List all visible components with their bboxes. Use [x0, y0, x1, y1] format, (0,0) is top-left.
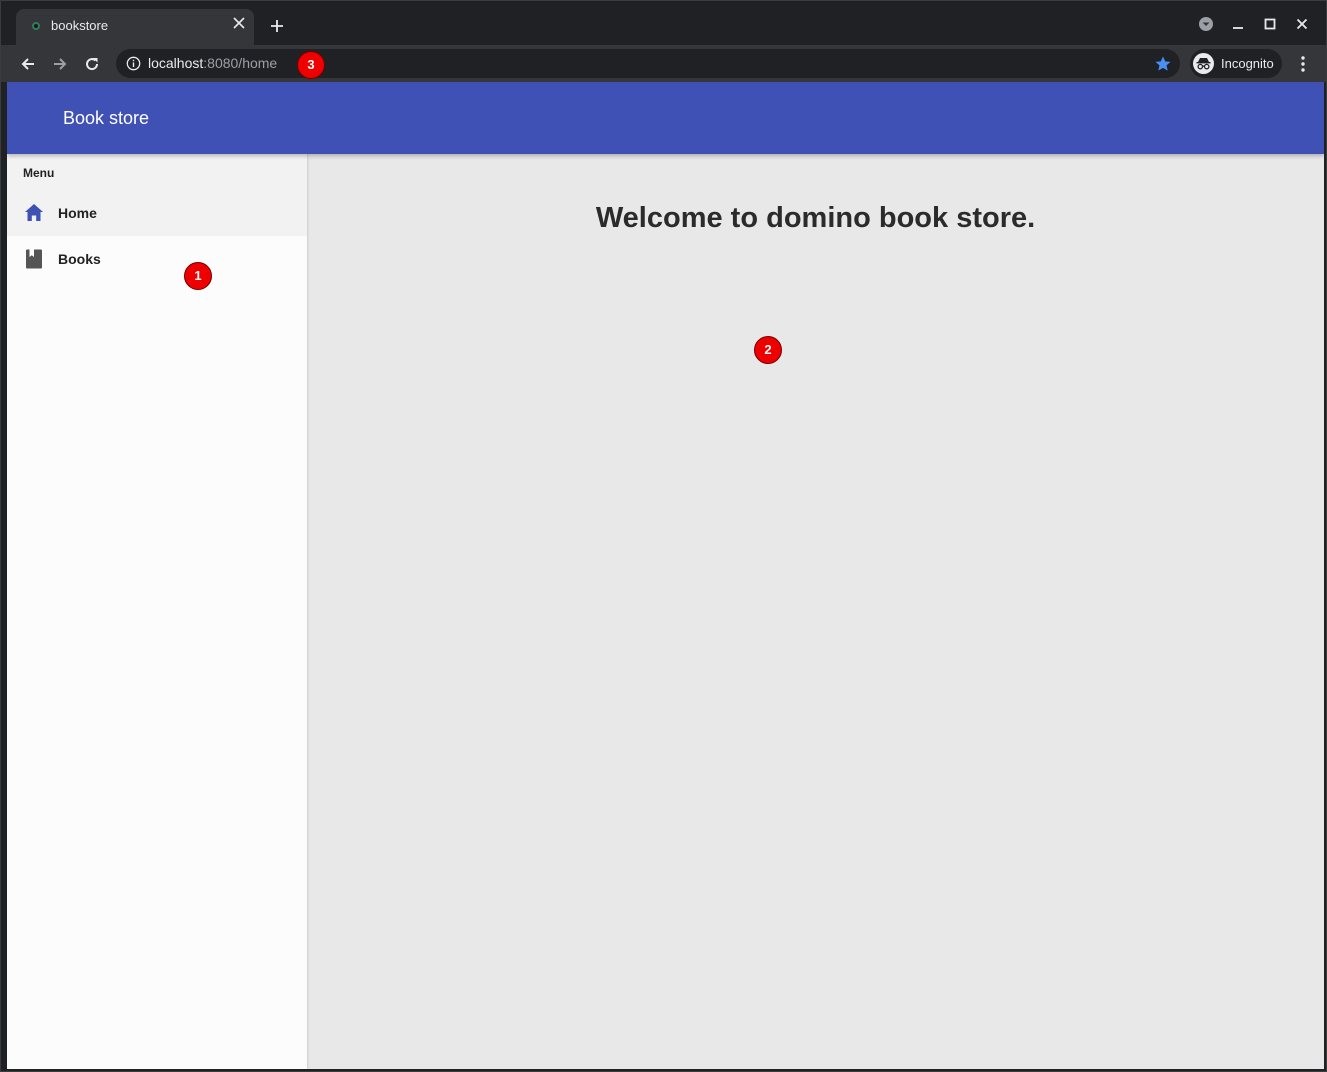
- tab-title: bookstore: [51, 18, 109, 33]
- maximize-button[interactable]: [1254, 11, 1286, 37]
- close-icon: [1296, 18, 1308, 30]
- book-icon: [26, 249, 42, 269]
- annotation-marker-3: 3: [297, 51, 325, 79]
- star-icon[interactable]: [1154, 55, 1172, 73]
- plus-icon: [271, 20, 283, 32]
- forward-button[interactable]: [47, 51, 73, 77]
- menu-header-label: Menu: [23, 166, 55, 180]
- profile-label: Incognito: [1221, 56, 1274, 71]
- minimize-button[interactable]: [1222, 11, 1254, 37]
- url-path: :8080/home: [203, 55, 278, 71]
- sidebar: Menu Home Books: [7, 154, 307, 1069]
- sidebar-item-label: Books: [58, 251, 101, 267]
- url-host: localhost: [148, 55, 204, 71]
- minimize-icon: [1233, 27, 1243, 29]
- tab-search-button[interactable]: [1190, 11, 1222, 37]
- window-controls: [1190, 11, 1318, 37]
- favicon-icon: [32, 22, 40, 30]
- reload-icon: [86, 58, 99, 71]
- welcome-heading: Welcome to domino book store.: [595, 202, 1036, 234]
- sidebar-item-label: Home: [58, 205, 97, 221]
- main-content: Welcome to domino book store.: [307, 154, 1324, 1069]
- reload-button[interactable]: [79, 51, 105, 77]
- chevron-down-circle-icon: [1199, 17, 1213, 31]
- home-icon: [25, 204, 43, 221]
- maximize-icon: [1264, 18, 1276, 30]
- info-icon[interactable]: [126, 56, 141, 71]
- url-text[interactable]: localhost:8080/home: [148, 55, 277, 71]
- browser-window: bookstore localhost:8080/home Incognito …: [0, 0, 1327, 1072]
- sidebar-item-books[interactable]: Books: [7, 236, 307, 282]
- menu-header: Menu: [7, 154, 307, 190]
- arrow-left-icon: [21, 58, 34, 70]
- incognito-icon: [1193, 53, 1214, 74]
- app-bar: Book store: [7, 82, 1324, 154]
- app-title: Book store: [63, 108, 150, 128]
- close-icon[interactable]: [230, 16, 248, 34]
- new-tab-button[interactable]: [266, 15, 288, 37]
- back-button[interactable]: [15, 51, 41, 77]
- web-page: Book store Menu Home Books Welcome to do…: [7, 82, 1324, 1069]
- address-bar[interactable]: localhost:8080/home: [116, 49, 1180, 78]
- incognito-profile-button[interactable]: Incognito: [1190, 49, 1282, 78]
- browser-tab[interactable]: bookstore: [16, 9, 254, 45]
- arrow-right-icon: [54, 58, 67, 70]
- browser-menu-button[interactable]: [1293, 53, 1313, 75]
- close-window-button[interactable]: [1286, 11, 1318, 37]
- browser-toolbar: localhost:8080/home Incognito: [1, 45, 1326, 82]
- annotation-marker-1: 1: [184, 262, 212, 290]
- tab-strip: bookstore: [1, 1, 1326, 45]
- sidebar-item-home[interactable]: Home: [7, 190, 307, 236]
- annotation-marker-2: 2: [754, 336, 782, 364]
- kebab-icon: [1301, 56, 1305, 72]
